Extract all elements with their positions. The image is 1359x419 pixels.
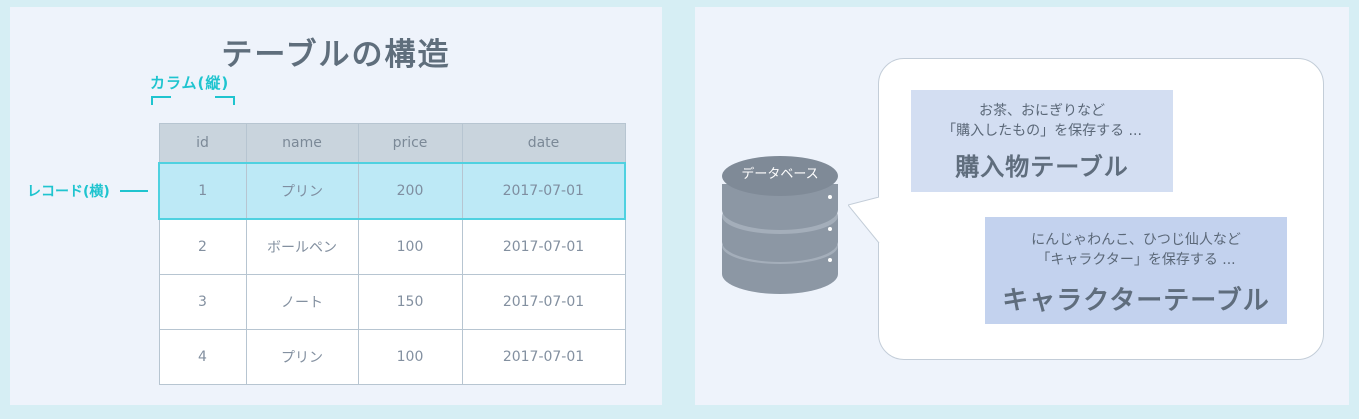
record-pointer-line [120,190,148,192]
cell-date: 2017-07-01 [461,274,626,330]
cell-price: 100 [357,218,463,275]
cell-name: ノート [245,274,359,330]
cell-date: 2017-07-01 [461,329,626,385]
cell-date: 2017-07-01 [461,162,626,220]
database-label: データベース [741,167,819,182]
cell-id: 2 [158,218,247,275]
purchase-table-name: 購入物テーブル [955,153,1129,181]
character-table-card: にんじゃわんこ、ひつじ仙人など 「キャラクター」を保存する ... キャラクター… [985,217,1287,324]
table-row: 4 プリン 100 2017-07-01 [158,329,626,385]
cell-name: プリン [245,329,359,385]
purchase-table-card: お茶、おにぎりなど 「購入したもの」を保存する ... 購入物テーブル [911,90,1173,192]
cell-name: ボールペン [245,218,359,275]
example-table: id name price date 1 プリン 200 2017-07-01 … [158,123,626,385]
character-table-name: キャラクターテーブル [1002,286,1270,316]
column-bracket [151,96,235,105]
panel-title: テーブルの構造 [221,37,451,73]
header-name: name [245,123,359,164]
header-id: id [158,123,247,164]
cell-id: 1 [158,162,247,220]
cell-price: 200 [357,162,463,220]
cell-name: プリン [245,162,359,220]
purchase-table-desc-1: お茶、おにぎりなど [979,103,1105,119]
table-row-highlighted: 1 プリン 200 2017-07-01 [158,162,626,220]
table-row: 3 ノート 150 2017-07-01 [158,274,626,330]
character-table-desc-2: 「キャラクター」を保存する ... [1036,252,1236,268]
header-price: price [357,123,463,164]
cell-id: 4 [158,329,247,385]
cell-price: 150 [357,274,463,330]
table-header-row: id name price date [158,123,626,164]
table-row: 2 ボールペン 100 2017-07-01 [158,218,626,275]
record-label: レコード(横) [27,184,110,200]
character-table-desc-1: にんじゃわんこ、ひつじ仙人など [1031,232,1241,248]
header-date: date [461,123,626,164]
column-label: カラム(縦) [150,74,230,92]
purchase-table-desc-2: 「購入したもの」を保存する ... [942,123,1142,139]
cell-date: 2017-07-01 [461,218,626,275]
speech-bubble-tail [848,197,880,243]
cell-price: 100 [357,329,463,385]
cell-id: 3 [158,274,247,330]
